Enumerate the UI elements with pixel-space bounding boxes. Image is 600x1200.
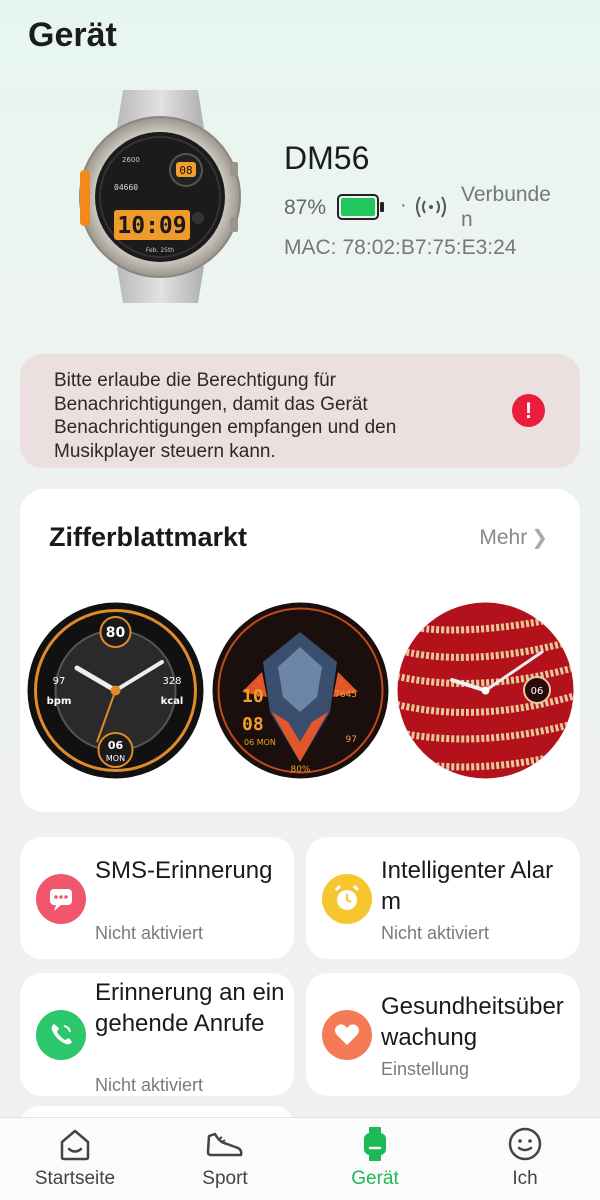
heart-icon xyxy=(322,1010,372,1060)
svg-text:10: 10 xyxy=(242,686,264,707)
alarm-clock-icon xyxy=(322,874,372,924)
svg-text:kcal: kcal xyxy=(161,696,184,707)
watch-face-sport[interactable]: 80 97 bpm 328 kcal 06 MON xyxy=(27,602,204,779)
svg-text:80: 80 xyxy=(106,625,126,641)
sneaker-icon xyxy=(206,1132,243,1157)
svg-text:bpm: bpm xyxy=(47,696,72,707)
smart-alarm-card[interactable]: Intelligenter Alarm Nicht aktiviert xyxy=(306,837,580,959)
phone-icon xyxy=(36,1010,86,1060)
watch-time-text: 10:09 xyxy=(117,213,186,239)
svg-text:328: 328 xyxy=(162,676,181,687)
nav-item-startseite[interactable]: Startseite xyxy=(0,1118,150,1200)
svg-text:08: 08 xyxy=(242,714,264,735)
svg-text:06: 06 xyxy=(108,739,124,752)
feature-title: Gesundheitsüberwachung xyxy=(381,993,564,1051)
watch-face-mecha[interactable]: 10 08 06 MON 7645 97 80% xyxy=(212,602,389,779)
svg-text:MON: MON xyxy=(106,754,125,763)
status-separator: · xyxy=(400,194,407,216)
feature-title: SMS-Erinnerung xyxy=(95,857,273,884)
battery-icon xyxy=(337,194,384,220)
connection-icon xyxy=(416,196,446,218)
nav-label: Startseite xyxy=(34,1168,116,1189)
watch-face-gold-chain[interactable]: 06 xyxy=(397,602,574,779)
sms-reminder-card[interactable]: SMS-Erinnerung Nicht aktiviert xyxy=(20,837,294,959)
svg-text:97: 97 xyxy=(53,676,66,687)
notification-permission-banner[interactable]: Bitte erlaube die Berechtigung für Benac… xyxy=(20,354,580,468)
device-name: DM56 xyxy=(284,140,370,176)
nav-item-ich[interactable]: Ich xyxy=(450,1118,600,1200)
feature-title: Intelligenter Alarm xyxy=(381,857,554,915)
svg-text:97: 97 xyxy=(346,735,357,745)
nav-item-sport[interactable]: Sport xyxy=(150,1118,300,1200)
more-label: Mehr xyxy=(479,526,528,549)
watch-face-market: Zifferblattmarkt Mehr ❯ 80 97 bpm 328 kca… xyxy=(20,489,580,812)
watch-badge-text: 08 xyxy=(179,164,192,177)
mac-address: 78:02:B7:75:E3:24 xyxy=(342,236,517,259)
nav-label: Gerät xyxy=(351,1168,399,1189)
feature-title: Erinnerung an eingehende Anrufe xyxy=(95,979,285,1037)
svg-text:7645: 7645 xyxy=(334,690,357,700)
profile-smile-icon xyxy=(508,1127,542,1161)
connection-status: Verbunden xyxy=(461,183,551,231)
incoming-call-reminder-card[interactable]: Erinnerung an eingehende Anrufe Nicht ak… xyxy=(20,973,294,1096)
watch-face-market-title: Zifferblattmarkt xyxy=(49,522,248,552)
feature-status: Nicht aktiviert xyxy=(95,923,204,943)
notification-permission-text: Bitte erlaube die Berechtigung für Benac… xyxy=(54,370,397,462)
svg-text:06 MON: 06 MON xyxy=(244,738,276,747)
feature-status: Einstellung xyxy=(381,1059,470,1079)
page-title: Gerät xyxy=(28,16,117,54)
svg-text:2600: 2600 xyxy=(122,156,140,164)
mac-label: MAC: xyxy=(284,236,337,259)
chevron-right-icon: ❯ xyxy=(531,527,548,549)
smartwatch-image[interactable]: 08 2600 04660 10:09 Feb. 25th xyxy=(78,90,243,305)
nav-label: Sport xyxy=(202,1168,248,1189)
feature-status: Nicht aktiviert xyxy=(95,1075,204,1095)
watch-icon xyxy=(364,1127,386,1161)
svg-text:Feb. 25th: Feb. 25th xyxy=(146,247,174,254)
svg-text:04660: 04660 xyxy=(114,183,138,192)
device-status-row: 87% · Verbunden xyxy=(284,182,574,232)
exclamation-icon: ! xyxy=(512,394,545,427)
mac-row: MAC: 78:02:B7:75:E3:24 xyxy=(284,236,522,260)
svg-text:80%: 80% xyxy=(290,765,310,775)
battery-percentage: 87% xyxy=(284,196,327,219)
nav-item-geraet[interactable]: Gerät xyxy=(300,1118,450,1200)
bottom-navigation: Startseite Sport Gerät Ich xyxy=(0,1117,600,1200)
home-smile-icon xyxy=(60,1129,90,1161)
health-monitoring-card[interactable]: Gesundheitsüberwachung Einstellung xyxy=(306,973,580,1096)
nav-label: Ich xyxy=(512,1168,538,1189)
more-link[interactable]: Mehr ❯ xyxy=(479,525,548,550)
sms-icon xyxy=(36,874,86,924)
feature-status: Nicht aktiviert xyxy=(381,923,490,943)
svg-text:06: 06 xyxy=(531,686,544,697)
